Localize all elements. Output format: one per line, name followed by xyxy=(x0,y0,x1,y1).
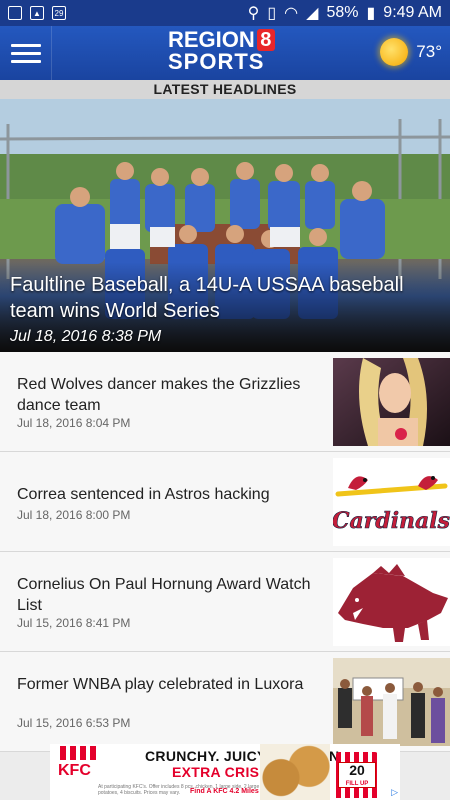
article-title[interactable]: Former WNBA play celebrated in Luxora xyxy=(17,674,317,695)
temperature: 73° xyxy=(416,42,442,61)
logo-number: 8 xyxy=(256,29,275,51)
wifi-icon: ◠ xyxy=(284,5,299,22)
hero-headline[interactable]: Faultline Baseball, a 14U-A USSAA baseba… xyxy=(10,272,440,324)
logo-region: REGION xyxy=(168,27,255,52)
location-icon: ⚲ xyxy=(247,5,260,22)
hero-story[interactable]: Faultline Baseball, a 14U-A USSAA baseba… xyxy=(0,99,450,352)
article-date: Jul 18, 2016 8:04 PM xyxy=(17,416,131,430)
menu-bar-line xyxy=(10,43,41,47)
image-icon: ▲ xyxy=(30,6,44,20)
bucket-label: 20 FILL UP xyxy=(338,762,376,788)
status-left-icons: ▲ 29 xyxy=(8,6,66,20)
kfc-ad-banner[interactable]: KFC CRUNCHY. JUICY. CHICKEN. EXTRA CRISP… xyxy=(50,744,400,800)
menu-bar-line xyxy=(10,59,41,63)
list-item[interactable]: Red Wolves dancer makes the Grizzlies da… xyxy=(0,352,450,452)
battery-icon: ▮ xyxy=(366,5,376,22)
logo-sports: SPORTS xyxy=(168,49,265,74)
hamburger-menu-button[interactable] xyxy=(0,26,52,80)
razorback-logo-thumbnail[interactable] xyxy=(333,558,450,646)
clock: 9:49 AM xyxy=(383,4,442,21)
chicken-image xyxy=(260,744,330,800)
calendar-day: 29 xyxy=(54,8,64,18)
article-list: Red Wolves dancer makes the Grizzlies da… xyxy=(0,352,450,752)
cardinals-wordmark: Cardinals xyxy=(333,508,450,534)
section-title: LATEST HEADLINES xyxy=(0,80,450,99)
signal-icon: ◢ xyxy=(306,5,319,22)
list-item[interactable]: Correa sentenced in Astros hacking Jul 1… xyxy=(0,452,450,552)
article-title[interactable]: Correa sentenced in Astros hacking xyxy=(17,484,317,505)
article-title[interactable]: Red Wolves dancer makes the Grizzlies da… xyxy=(17,374,317,416)
sun-icon xyxy=(380,38,409,66)
weather-widget[interactable]: 73° xyxy=(380,38,442,66)
cardinals-logo-thumbnail[interactable]: Cardinals xyxy=(333,458,450,546)
hero-date: Jul 18, 2016 8:38 PM xyxy=(10,328,162,345)
bucket-text: FILL UP xyxy=(345,781,369,787)
menu-bar-line xyxy=(10,51,41,55)
battery-level: 58% xyxy=(326,4,359,21)
event-photo-thumbnail[interactable] xyxy=(333,658,450,746)
kfc-brand: KFC xyxy=(58,762,91,779)
status-right: ⚲ ▯ ◠ ◢ 58% ▮ 9:49 AM xyxy=(248,3,442,23)
article-date: Jul 15, 2016 8:41 PM xyxy=(17,616,131,630)
list-item[interactable]: Cornelius On Paul Hornung Award Watch Li… xyxy=(0,552,450,652)
calendar-icon: 29 xyxy=(52,6,66,20)
app-header: REGION 8 SPORTS 73° xyxy=(0,26,450,80)
status-bar: ▲ 29 ⚲ ▯ ◠ ◢ 58% ▮ 9:49 AM xyxy=(0,0,450,26)
vibrate-icon: ▯ xyxy=(267,5,277,22)
article-title[interactable]: Cornelius On Paul Hornung Award Watch Li… xyxy=(17,574,317,616)
dancer-photo-thumbnail[interactable] xyxy=(333,358,450,446)
region8-sports-logo[interactable]: REGION 8 SPORTS xyxy=(168,29,284,73)
list-item[interactable]: Former WNBA play celebrated in Luxora Ju… xyxy=(0,652,450,752)
notification-icon xyxy=(8,6,22,20)
article-date: Jul 18, 2016 8:00 PM xyxy=(17,508,131,522)
adchoices-icon[interactable]: ▷ xyxy=(391,787,398,798)
article-date: Jul 15, 2016 6:53 PM xyxy=(17,716,131,730)
kfc-stripes xyxy=(60,746,100,760)
bucket-number: 20 xyxy=(349,762,365,778)
